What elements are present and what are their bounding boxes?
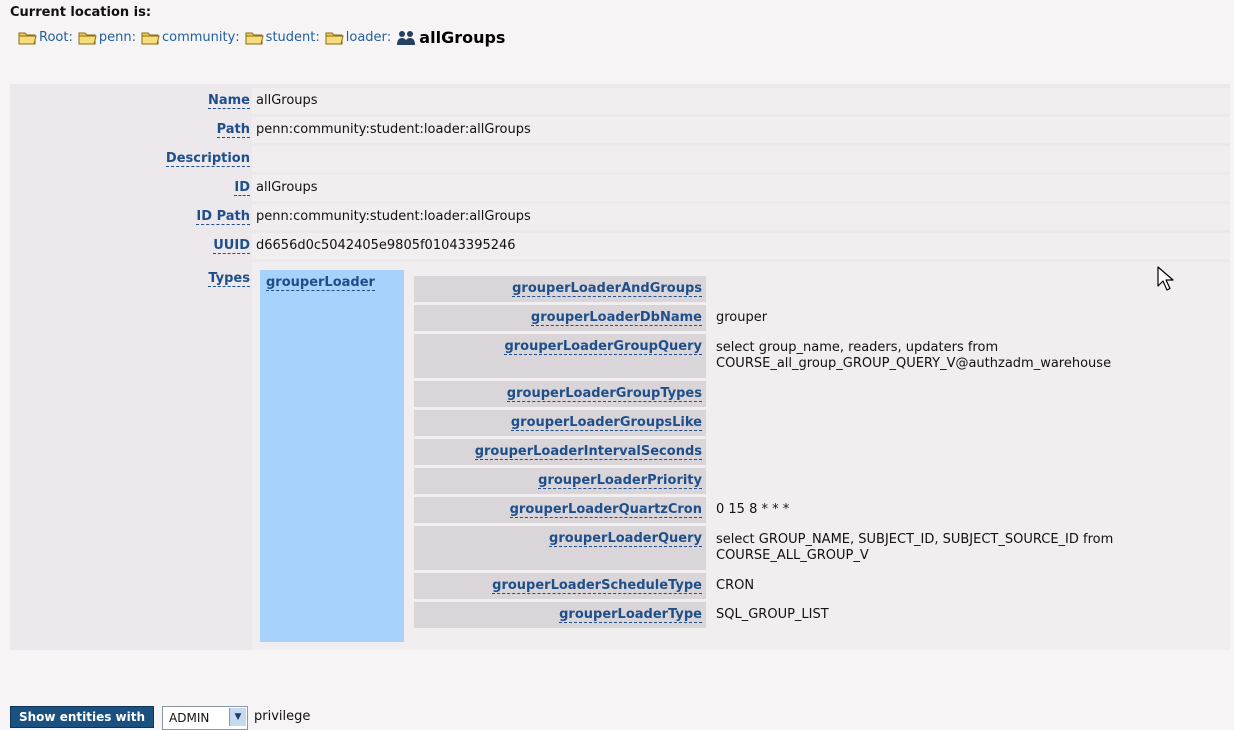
- attribute-row: grouperLoaderQuartzCron 0 15 8 * * *: [414, 497, 1226, 523]
- field-row-id: ID allGroups: [10, 175, 1230, 201]
- field-row-path: Path penn:community:student:loader:allGr…: [10, 117, 1230, 143]
- field-value-name: allGroups: [252, 88, 1230, 114]
- field-value-id: allGroups: [252, 175, 1230, 201]
- types-container: grouperLoader grouperLoaderAndGroups gro…: [252, 262, 1230, 650]
- attribute-value: grouper: [716, 310, 768, 325]
- group-icon: [397, 30, 416, 45]
- folder-icon: [18, 32, 37, 45]
- field-label-uuid[interactable]: UUID: [213, 238, 250, 254]
- attribute-label[interactable]: grouperLoaderIntervalSeconds: [474, 444, 702, 460]
- attribute-label[interactable]: grouperLoaderType: [559, 607, 702, 623]
- breadcrumb-label: Root: [39, 30, 69, 45]
- attribute-label[interactable]: grouperLoaderScheduleType: [492, 578, 702, 594]
- privilege-filter-bar: Show entities with ADMIN ▼ privilege: [10, 706, 310, 730]
- breadcrumb-root[interactable]: Root:: [18, 30, 73, 45]
- attribute-label[interactable]: grouperLoaderDbName: [530, 310, 702, 326]
- attribute-label[interactable]: grouperLoaderQuartzCron: [509, 502, 702, 518]
- folder-icon: [141, 32, 160, 45]
- attribute-row: grouperLoaderDbName grouper: [414, 305, 1226, 331]
- chevron-down-icon[interactable]: ▼: [229, 708, 247, 726]
- field-value-uuid: d6656d0c5042405e9805f01043395246: [252, 233, 1230, 259]
- location-heading: Current location is:: [10, 5, 152, 20]
- attribute-row: grouperLoaderGroupQuery select group_nam…: [414, 334, 1226, 378]
- type-block-grouper-loader: grouperLoader: [260, 270, 404, 642]
- breadcrumb-label: student: [265, 30, 316, 45]
- attribute-row: grouperLoaderAndGroups: [414, 276, 1226, 302]
- field-row-description: Description: [10, 146, 1230, 172]
- attribute-row: grouperLoaderQuery select GROUP_NAME, SU…: [414, 526, 1226, 570]
- field-label-path[interactable]: Path: [216, 122, 250, 138]
- field-label-description[interactable]: Description: [165, 151, 250, 167]
- attribute-row: grouperLoaderPriority: [414, 468, 1226, 494]
- attribute-label[interactable]: grouperLoaderGroupTypes: [506, 386, 702, 402]
- folder-icon: [245, 32, 264, 45]
- attribute-row: grouperLoaderGroupTypes: [414, 381, 1226, 407]
- attribute-value: select GROUP_NAME, SUBJECT_ID, SUBJECT_S…: [716, 532, 1114, 563]
- attribute-label[interactable]: grouperLoaderGroupsLike: [510, 415, 702, 431]
- current-group: allGroups: [396, 28, 505, 47]
- field-label-id[interactable]: ID: [234, 180, 250, 196]
- field-row-name: Name allGroups: [10, 88, 1230, 114]
- field-value-id-path: penn:community:student:loader:allGroups: [252, 204, 1230, 230]
- attribute-row: grouperLoaderIntervalSeconds: [414, 439, 1226, 465]
- breadcrumb-label: penn: [98, 30, 132, 45]
- attribute-row: grouperLoaderType SQL_GROUP_LIST: [414, 602, 1226, 628]
- field-value-description: [252, 146, 1230, 172]
- breadcrumb: Root: penn: community: student: loader: …: [18, 28, 505, 47]
- current-group-name: allGroups: [419, 28, 506, 47]
- folder-icon: [325, 32, 344, 45]
- privilege-select[interactable]: ADMIN ▼: [162, 706, 249, 730]
- breadcrumb-loader[interactable]: loader:: [325, 30, 391, 45]
- type-name-link[interactable]: grouperLoader: [266, 275, 375, 291]
- attribute-value: SQL_GROUP_LIST: [716, 607, 829, 622]
- breadcrumb-student[interactable]: student:: [245, 30, 320, 45]
- attribute-value: select group_name, readers, updaters fro…: [716, 340, 1112, 371]
- group-details-panel: Name allGroups Path penn:community:stude…: [10, 84, 1230, 650]
- field-label-name[interactable]: Name: [207, 93, 250, 109]
- privilege-select-value: ADMIN: [169, 711, 210, 725]
- attribute-label[interactable]: grouperLoaderGroupQuery: [504, 339, 702, 355]
- breadcrumb-label: loader: [345, 30, 387, 45]
- breadcrumb-label: community: [161, 30, 236, 45]
- attribute-value: CRON: [716, 578, 755, 593]
- attribute-row: grouperLoaderScheduleType CRON: [414, 573, 1226, 599]
- attribute-label[interactable]: grouperLoaderAndGroups: [512, 281, 702, 297]
- folder-icon: [78, 32, 97, 45]
- breadcrumb-community[interactable]: community:: [141, 30, 240, 45]
- field-row-uuid: UUID d6656d0c5042405e9805f01043395246: [10, 233, 1230, 259]
- attribute-value: 0 15 8 * * *: [716, 502, 790, 517]
- breadcrumb-penn[interactable]: penn:: [78, 30, 136, 45]
- field-label-types[interactable]: Types: [208, 271, 250, 287]
- attribute-label[interactable]: grouperLoaderQuery: [549, 531, 702, 547]
- attribute-row: grouperLoaderGroupsLike: [414, 410, 1226, 436]
- attribute-label[interactable]: grouperLoaderPriority: [538, 473, 702, 489]
- show-entities-button[interactable]: Show entities with: [10, 706, 155, 728]
- privilege-suffix: privilege: [254, 709, 311, 724]
- field-row-id-path: ID Path penn:community:student:loader:al…: [10, 204, 1230, 230]
- field-label-id-path[interactable]: ID Path: [196, 209, 250, 225]
- field-value-path: penn:community:student:loader:allGroups: [252, 117, 1230, 143]
- mouse-cursor-icon: [1157, 266, 1174, 291]
